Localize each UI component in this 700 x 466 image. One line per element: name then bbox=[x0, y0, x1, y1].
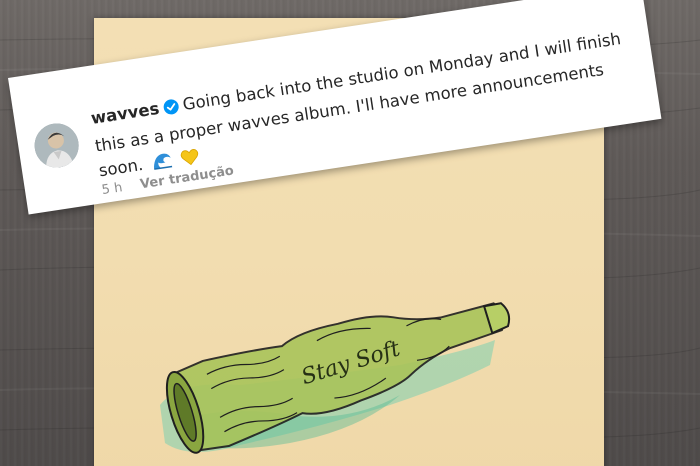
photo-background: Stay Soft wavves Going back into the stud… bbox=[0, 0, 700, 466]
verified-badge-icon bbox=[162, 96, 182, 123]
comment-time: 5 h bbox=[100, 180, 124, 199]
avatar-photo bbox=[31, 120, 82, 171]
avatar[interactable] bbox=[31, 120, 82, 171]
username-link[interactable]: wavves bbox=[90, 99, 161, 128]
comment-line-3: soon. bbox=[97, 154, 145, 181]
bottle-illustration: Stay Soft bbox=[160, 302, 511, 454]
